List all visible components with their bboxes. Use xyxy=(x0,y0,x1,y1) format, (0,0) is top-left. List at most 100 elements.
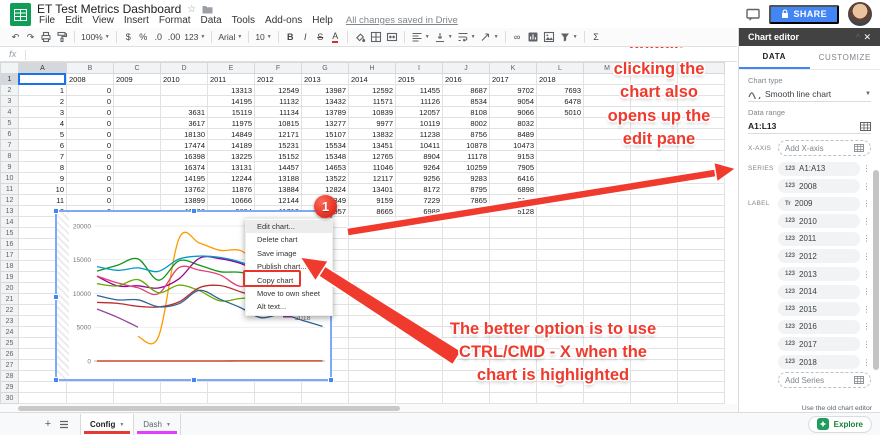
move-folder-icon[interactable] xyxy=(202,5,213,14)
cell-E2[interactable]: 13313 xyxy=(207,84,255,96)
add-x-axis-field[interactable]: Add X-axis xyxy=(778,140,871,156)
cell-G1[interactable]: 2013 xyxy=(301,73,349,85)
cell-I22[interactable] xyxy=(395,304,443,316)
cell-F6[interactable]: 12171 xyxy=(254,128,302,140)
cell-L5[interactable] xyxy=(536,117,584,129)
row-header-8[interactable]: 8 xyxy=(0,150,19,162)
cell-L4[interactable]: 5010 xyxy=(536,106,584,118)
row-header-12[interactable]: 12 xyxy=(0,194,19,206)
series-options-kebab-icon[interactable]: ⋮ xyxy=(862,322,871,331)
use-old-editor-link[interactable]: Use the old chart editor xyxy=(802,405,872,412)
cell-C9[interactable] xyxy=(113,161,161,173)
series-options-kebab-icon[interactable]: ⋮ xyxy=(862,287,871,296)
cell-F11[interactable]: 13884 xyxy=(254,183,302,195)
row-header-1[interactable]: 1 xyxy=(0,73,19,85)
star-icon[interactable]: ☆ xyxy=(187,4,196,15)
font-size-button[interactable]: 10 ▼ xyxy=(253,29,273,45)
cell-C12[interactable] xyxy=(113,194,161,206)
resize-handle-s[interactable] xyxy=(191,377,197,383)
cell-O15[interactable] xyxy=(677,227,725,239)
comments-icon[interactable] xyxy=(746,8,761,21)
cell-N10[interactable] xyxy=(630,172,678,184)
cell-O21[interactable] xyxy=(677,293,725,305)
cell-K18[interactable] xyxy=(489,260,537,272)
cell-K5[interactable]: 8032 xyxy=(489,117,537,129)
account-avatar[interactable] xyxy=(848,2,872,26)
resize-handle-w[interactable] xyxy=(53,294,59,300)
text-color-button[interactable]: A xyxy=(328,29,343,45)
cell-O22[interactable] xyxy=(677,304,725,316)
cell-J17[interactable] xyxy=(442,249,490,261)
cell-J12[interactable]: 7865 xyxy=(442,194,490,206)
cell-C7[interactable] xyxy=(113,139,161,151)
cell-J22[interactable] xyxy=(442,304,490,316)
series-options-kebab-icon[interactable]: ⋮ xyxy=(862,217,871,226)
cell-B3[interactable]: 0 xyxy=(66,95,114,107)
cell-H17[interactable] xyxy=(348,249,396,261)
cell-L1[interactable]: 2018 xyxy=(536,73,584,85)
cell-K2[interactable]: 9702 xyxy=(489,84,537,96)
cell-C1[interactable]: 2009 xyxy=(113,73,161,85)
cell-B7[interactable]: 0 xyxy=(66,139,114,151)
merge-cells-button[interactable] xyxy=(384,29,400,45)
row-header-21[interactable]: 21 xyxy=(0,293,19,305)
cell-O10[interactable] xyxy=(677,172,725,184)
all-sheets-icon[interactable] xyxy=(56,420,72,429)
cell-A3[interactable]: 2 xyxy=(18,95,67,107)
series-chip-2015[interactable]: 123 2015 xyxy=(778,302,860,317)
cell-L19[interactable] xyxy=(536,271,584,283)
cell-A2[interactable]: 1 xyxy=(18,84,67,96)
series-options-kebab-icon[interactable]: ⋮ xyxy=(862,234,871,243)
cell-D7[interactable]: 17474 xyxy=(160,139,208,151)
borders-button[interactable] xyxy=(368,29,384,45)
series-chip-2010[interactable]: 123 2010 xyxy=(778,214,860,229)
cell-C4[interactable] xyxy=(113,106,161,118)
cell-L2[interactable]: 7693 xyxy=(536,84,584,96)
menu-item-copy-chart[interactable]: Copy chart xyxy=(246,274,332,287)
tab-customize[interactable]: CUSTOMIZE xyxy=(810,46,880,69)
cell-F4[interactable]: 11134 xyxy=(254,106,302,118)
row-header-30[interactable]: 30 xyxy=(0,392,19,404)
cell-B10[interactable]: 0 xyxy=(66,172,114,184)
cell-O17[interactable] xyxy=(677,249,725,261)
cell-D6[interactable]: 18130 xyxy=(160,128,208,140)
cell-H2[interactable]: 12592 xyxy=(348,84,396,96)
more-formats-button[interactable]: 123 ▼ xyxy=(182,29,207,45)
cell-N14[interactable] xyxy=(630,216,678,228)
cell-L7[interactable] xyxy=(536,139,584,151)
cell-C5[interactable] xyxy=(113,117,161,129)
cell-A5[interactable]: 4 xyxy=(18,117,67,129)
cell-J14[interactable] xyxy=(442,216,490,228)
series-options-kebab-icon[interactable]: ⋮ xyxy=(862,199,871,208)
series-options-kebab-icon[interactable]: ⋮ xyxy=(862,305,871,314)
cell-H18[interactable] xyxy=(348,260,396,272)
cell-M11[interactable] xyxy=(583,183,631,195)
menu-item-save-image[interactable]: Save image xyxy=(246,247,332,260)
cell-O16[interactable] xyxy=(677,238,725,250)
close-icon[interactable]: ✕ xyxy=(863,32,871,43)
cell-M8[interactable] xyxy=(583,150,631,162)
cell-I1[interactable]: 2015 xyxy=(395,73,443,85)
cell-N19[interactable] xyxy=(630,271,678,283)
series-options-kebab-icon[interactable]: ⋮ xyxy=(862,358,871,367)
cell-E8[interactable]: 13225 xyxy=(207,150,255,162)
cell-H4[interactable]: 10839 xyxy=(348,106,396,118)
cell-O14[interactable] xyxy=(677,216,725,228)
cell-A29[interactable] xyxy=(18,381,67,393)
cell-L15[interactable] xyxy=(536,227,584,239)
cell-B5[interactable]: 0 xyxy=(66,117,114,129)
cell-M16[interactable] xyxy=(583,238,631,250)
add-series-field[interactable]: Add Series xyxy=(778,372,871,389)
print-button[interactable] xyxy=(38,29,54,45)
text-wrap-button[interactable]: ▼ xyxy=(455,29,478,45)
series-chip-2016[interactable]: 123 2016 xyxy=(778,319,860,334)
sheet-tab-config[interactable]: Config ▼ xyxy=(80,413,135,435)
cell-H29[interactable] xyxy=(348,381,396,393)
cell-I7[interactable]: 10411 xyxy=(395,139,443,151)
series-options-kebab-icon[interactable]: ⋮ xyxy=(862,252,871,261)
cell-H16[interactable] xyxy=(348,238,396,250)
cell-H7[interactable]: 13451 xyxy=(348,139,396,151)
menu-item-edit-chart[interactable]: Edit chart... xyxy=(246,220,332,234)
cell-E30[interactable] xyxy=(207,392,255,404)
cell-C29[interactable] xyxy=(113,381,161,393)
